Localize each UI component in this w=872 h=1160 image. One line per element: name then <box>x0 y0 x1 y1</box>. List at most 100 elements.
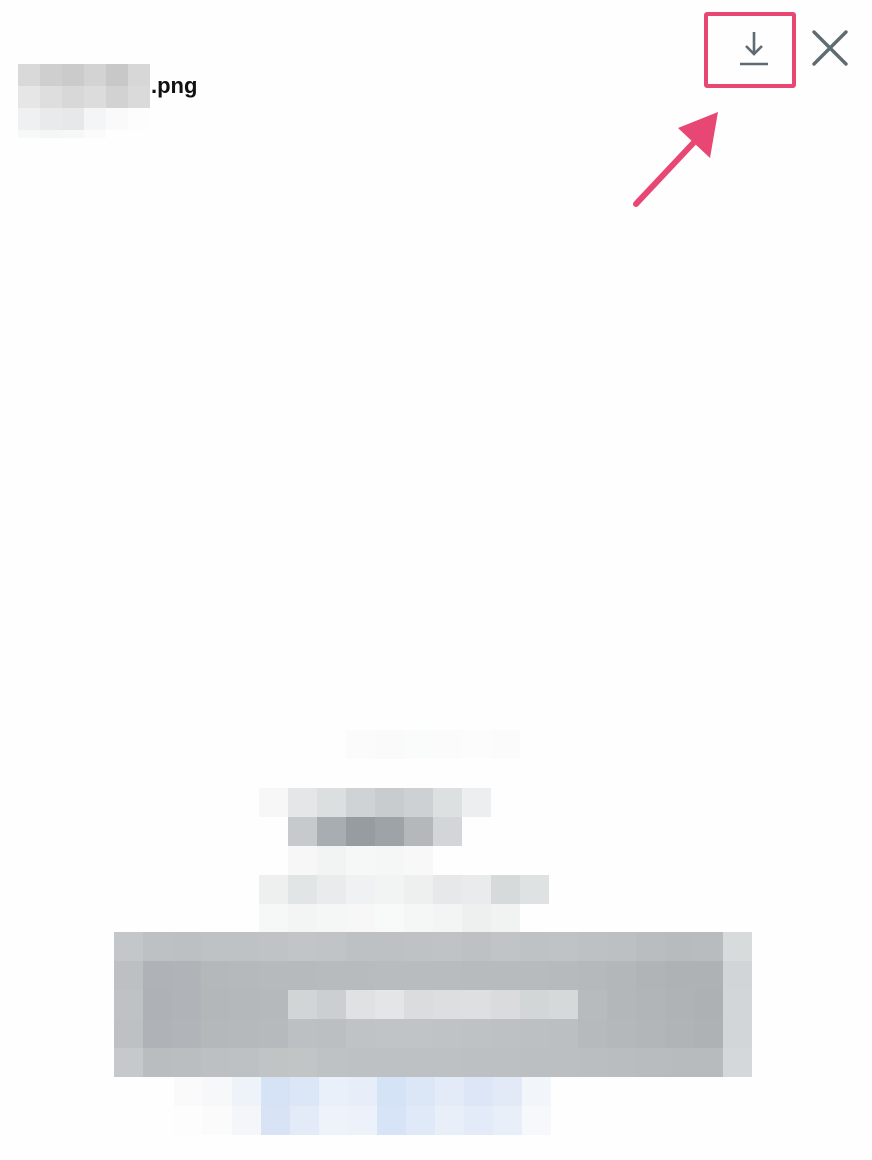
preview-pixel <box>491 1048 520 1077</box>
preview-pixel <box>636 932 665 961</box>
preview-pixel <box>520 961 549 990</box>
preview-pixel <box>114 990 143 1019</box>
preview-pixel <box>433 875 462 904</box>
preview-pixel <box>491 961 520 990</box>
preview-pixel <box>433 904 462 933</box>
preview-pixel <box>636 1048 665 1077</box>
preview-pixel <box>549 961 578 990</box>
preview-pixel <box>375 817 404 846</box>
preview-pixel <box>346 904 375 933</box>
preview-pixel <box>462 904 491 933</box>
preview-pixel <box>636 961 665 990</box>
preview-pixel <box>462 788 491 817</box>
preview-pixel <box>694 990 723 1019</box>
preview-pixel <box>636 1019 665 1048</box>
preview-pixel <box>375 788 404 817</box>
preview-pixel <box>346 961 375 990</box>
preview-pixel <box>549 932 578 961</box>
close-button[interactable] <box>806 24 854 72</box>
preview-pixel <box>114 1019 143 1048</box>
preview-pixel <box>607 961 636 990</box>
preview-image <box>0 716 872 1160</box>
preview-pixel <box>462 1019 491 1048</box>
preview-pixel <box>522 1106 551 1135</box>
preview-pixel <box>607 1019 636 1048</box>
preview-pixel <box>288 875 317 904</box>
preview-pixel <box>201 990 230 1019</box>
preview-pixel <box>201 1048 230 1077</box>
preview-pixel <box>346 1019 375 1048</box>
download-button[interactable] <box>704 12 796 88</box>
preview-pixel <box>172 1019 201 1048</box>
preview-pixel <box>464 1106 493 1135</box>
preview-pixel <box>694 932 723 961</box>
preview-pixel <box>493 1077 522 1106</box>
preview-pixel <box>172 932 201 961</box>
preview-pixel <box>520 1019 549 1048</box>
preview-pixel <box>723 1019 752 1048</box>
preview-pixel <box>230 1019 259 1048</box>
file-header: .png <box>18 64 197 138</box>
preview-pixel <box>723 961 752 990</box>
preview-pixel <box>114 932 143 961</box>
preview-pixel <box>346 932 375 961</box>
preview-pixel <box>520 875 549 904</box>
preview-pixel <box>346 846 375 875</box>
preview-pixel <box>665 961 694 990</box>
preview-pixel <box>348 1106 377 1135</box>
preview-pixel <box>491 730 520 759</box>
preview-pixel <box>406 1077 435 1106</box>
preview-pixel <box>172 961 201 990</box>
preview-pixel <box>317 990 346 1019</box>
preview-pixel <box>522 1077 551 1106</box>
preview-pixel <box>259 875 288 904</box>
preview-pixel <box>172 990 201 1019</box>
preview-pixel <box>346 817 375 846</box>
preview-pixel <box>201 932 230 961</box>
preview-pixel <box>259 932 288 961</box>
preview-pixel <box>288 932 317 961</box>
preview-pixel <box>520 1048 549 1077</box>
preview-pixel <box>174 1106 203 1135</box>
preview-pixel <box>348 1077 377 1106</box>
preview-pixel <box>549 990 578 1019</box>
preview-pixel <box>462 875 491 904</box>
preview-pixel <box>201 961 230 990</box>
preview-pixel <box>694 1048 723 1077</box>
preview-pixel <box>375 990 404 1019</box>
preview-pixel <box>433 932 462 961</box>
preview-pixel <box>404 961 433 990</box>
preview-pixel <box>317 875 346 904</box>
preview-pixel <box>462 990 491 1019</box>
preview-pixel <box>317 1048 346 1077</box>
preview-pixel <box>290 1077 319 1106</box>
preview-pixel <box>491 904 520 933</box>
preview-pixel <box>317 846 346 875</box>
preview-pixel <box>404 875 433 904</box>
preview-pixel <box>578 1048 607 1077</box>
preview-pixel <box>288 990 317 1019</box>
preview-pixel <box>317 1019 346 1048</box>
preview-pixel <box>433 817 462 846</box>
preview-pixel <box>377 1077 406 1106</box>
preview-pixel <box>433 730 462 759</box>
preview-pixel <box>317 904 346 933</box>
preview-pixel <box>230 932 259 961</box>
preview-pixel <box>346 788 375 817</box>
preview-pixel <box>520 932 549 961</box>
preview-pixel <box>375 1019 404 1048</box>
preview-pixel <box>317 788 346 817</box>
preview-pixel <box>578 1019 607 1048</box>
preview-pixel <box>723 990 752 1019</box>
preview-pixel <box>288 1019 317 1048</box>
preview-pixel <box>319 1077 348 1106</box>
close-icon <box>812 30 848 66</box>
preview-pixel <box>464 1077 493 1106</box>
preview-pixel <box>288 1048 317 1077</box>
preview-pixel <box>491 990 520 1019</box>
preview-pixel <box>723 932 752 961</box>
preview-pixel <box>404 788 433 817</box>
preview-pixel <box>578 932 607 961</box>
preview-pixel <box>346 875 375 904</box>
preview-pixel <box>665 990 694 1019</box>
